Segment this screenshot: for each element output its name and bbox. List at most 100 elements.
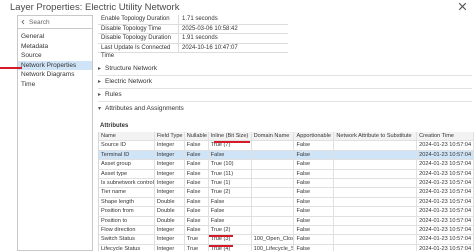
cell-apportionable: False — [294, 235, 335, 244]
cell-domain-name — [252, 178, 295, 188]
section-divider — [98, 75, 472, 76]
table-row[interactable]: Position from Double False False False 2024-0… — [99, 207, 474, 217]
cell-nullable: False — [185, 188, 209, 197]
cell-nullable: True — [185, 235, 209, 244]
cell-nullable: False — [185, 225, 209, 235]
table-header-row: Name Field Type Nullable Inline (Bit Siz… — [99, 132, 474, 142]
annotation-underline-lifecycle-status — [209, 245, 233, 247]
sidebar-item-source[interactable]: Source — [18, 51, 92, 61]
cell-field-type: Integer — [155, 141, 185, 150]
column-header-domain-name[interactable]: Domain Name — [252, 132, 295, 141]
cell-name: Position to — [99, 216, 155, 225]
topology-info-table: Enable Topology Duration 1.71 seconds Di… — [98, 15, 288, 59]
cell-network-attribute — [334, 178, 418, 188]
cell-inline: False — [209, 216, 252, 225]
cell-inline: True (10) — [209, 160, 252, 169]
table-row[interactable]: Asset group Integer False True (10) False 202… — [99, 160, 474, 170]
cell-network-attribute — [334, 244, 418, 251]
cell-apportionable: False — [294, 197, 335, 207]
cell-apportionable: False — [294, 225, 335, 235]
chevron-right-icon: ▸ — [98, 92, 102, 98]
column-header-creation-time[interactable]: Creation Time — [417, 132, 474, 141]
search-placeholder: Search — [29, 18, 50, 26]
cell-name: Flow direction — [99, 225, 155, 235]
cell-domain-name — [252, 160, 295, 169]
main-panel: Enable Topology Duration 1.71 seconds Di… — [93, 9, 474, 251]
cell-network-attribute — [334, 188, 418, 197]
table-row[interactable]: Flow direction Integer False True (2) False 2… — [99, 225, 474, 236]
table-row[interactable]: Position to Double False False False 2024-01-… — [99, 216, 474, 226]
cell-name: Source ID — [99, 141, 155, 150]
table-row[interactable]: Is subnetwork controller Integer False True… — [99, 178, 474, 189]
cell-apportionable: False — [294, 178, 335, 188]
cell-inline: False — [209, 197, 252, 207]
cell-field-type: Double — [155, 216, 185, 225]
cell-nullable: False — [185, 169, 209, 178]
cell-creation-time: 2024-01-23 10:57:04 — [417, 160, 474, 169]
section-divider — [98, 88, 472, 89]
column-header-inline[interactable]: Inline (Bit Size) — [209, 132, 252, 141]
section-attributes-and-assignments[interactable]: ▾ Attributes and Assignments — [98, 105, 184, 112]
cell-name: Tier name — [99, 188, 155, 197]
sidebar-item-general[interactable]: General — [18, 32, 92, 42]
cell-nullable: False — [185, 197, 209, 207]
info-row: Disable Topology Time 2025-03-06 10:58:4… — [98, 24, 288, 34]
cell-nullable: False — [185, 216, 209, 225]
cell-network-attribute — [334, 225, 418, 235]
column-header-field-type[interactable]: Field Type — [155, 132, 185, 141]
cell-network-attribute — [334, 216, 418, 225]
sidebar-item-time[interactable]: Time — [18, 80, 92, 90]
sidebar-item-metadata[interactable]: Metadata — [18, 42, 92, 52]
info-row: Disable Topology Duration 1.91 seconds — [98, 34, 288, 44]
cell-apportionable: False — [294, 188, 335, 197]
cell-domain-name — [252, 141, 295, 150]
section-electric-network[interactable]: ▸ Electric Network — [98, 78, 152, 85]
chevron-down-icon: ▾ — [98, 106, 102, 112]
cell-name: Asset type — [99, 169, 155, 178]
table-row[interactable]: Terminal ID Integer False False False 2024-01… — [99, 150, 474, 161]
cell-apportionable: False — [294, 150, 335, 160]
table-row[interactable]: Shape length Double False False False 2024-01… — [99, 197, 474, 208]
annotation-underline-sidebar — [0, 67, 22, 69]
column-header-apportionable[interactable]: Apportionable — [294, 132, 335, 141]
cell-field-type: Integer — [155, 169, 185, 178]
cell-name: Position from — [99, 207, 155, 216]
section-divider — [98, 101, 472, 102]
cell-name: Is subnetwork controller — [101, 178, 155, 188]
table-row[interactable]: Tier name Integer False True (2) False 2024-0… — [99, 188, 474, 198]
cell-inline: True (2) — [209, 188, 252, 197]
info-row: Enable Topology Duration 1.71 seconds — [98, 15, 288, 25]
table-row[interactable]: Source ID Integer False True (7) False 2024-0… — [99, 141, 474, 151]
cell-inline: True (11) — [209, 169, 252, 178]
cell-field-type: Integer — [155, 160, 185, 169]
table-row[interactable]: Switch Status Integer True True (3) 100_Open… — [99, 235, 474, 245]
cell-nullable: False — [185, 207, 209, 216]
info-value: 1.71 seconds — [178, 15, 288, 24]
chevron-left-icon[interactable] — [20, 19, 26, 25]
info-key: Disable Topology Duration — [101, 35, 171, 41]
cell-creation-time: 2024-01-23 10:57:04 — [417, 235, 474, 244]
sidebar-item-network-diagrams[interactable]: Network Diagrams — [18, 70, 92, 80]
cell-domain-name: 100_Lifecycle_Status — [252, 244, 295, 251]
cell-creation-time: 2024-01-23 10:57:04 — [417, 207, 474, 216]
info-value: 1.91 seconds — [178, 34, 288, 43]
column-header-name[interactable]: Name — [99, 132, 155, 141]
cell-nullable: False — [185, 178, 209, 188]
cell-field-type: Integer — [155, 235, 185, 244]
annotation-underline-switch-status — [209, 235, 233, 237]
attributes-heading: Attributes — [100, 123, 129, 129]
column-header-nullable[interactable]: Nullable — [185, 132, 209, 141]
section-rules[interactable]: ▸ Rules — [98, 91, 122, 98]
cell-domain-name — [252, 169, 295, 178]
section-label: Rules — [105, 91, 122, 98]
chevron-right-icon: ▸ — [98, 66, 102, 72]
cell-creation-time: 2024-01-23 10:57:04 — [417, 244, 474, 251]
column-header-network-attribute-to-substitute[interactable]: Network Attribute to Substitute — [334, 132, 418, 141]
cell-field-type: Double — [155, 197, 185, 207]
info-value: 2024-10-16 10:47:07 — [178, 43, 288, 52]
section-structure-network[interactable]: ▸ Structure Network — [98, 65, 157, 72]
table-row[interactable]: Asset type Integer False True (11) False 2024… — [99, 169, 474, 179]
sidebar-item-network-properties[interactable]: Network Properties — [18, 60, 92, 70]
table-row[interactable]: Lifecycle Status Integer True True (4) 100_L… — [99, 244, 474, 251]
search-input[interactable]: Search — [18, 16, 92, 29]
